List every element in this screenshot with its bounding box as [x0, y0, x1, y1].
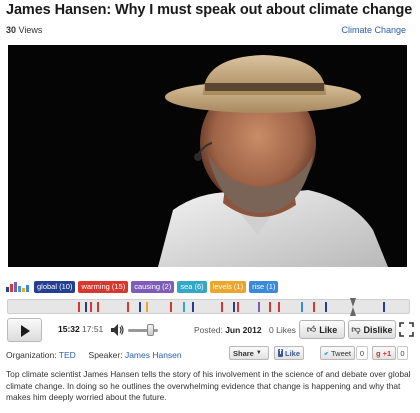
total-time: 17:51: [82, 324, 104, 334]
view-count-label: Views: [18, 25, 43, 35]
timeline-keyword-mark[interactable]: [269, 302, 271, 312]
fullscreen-icon[interactable]: [399, 322, 414, 337]
video-description: Top climate scientist James Hansen tells…: [6, 369, 411, 402]
thumbs-up-icon: 👍︎: [306, 324, 317, 334]
timeline-keyword-mark[interactable]: [183, 302, 185, 312]
tweet-count: 0: [356, 346, 368, 360]
volume-slider-handle[interactable]: [147, 324, 154, 336]
likes-count: 0 Likes: [269, 325, 296, 335]
dislike-button-label: Dislike: [363, 324, 393, 335]
video-title: James Hansen: Why I must speak out about…: [6, 2, 413, 18]
tag-sea[interactable]: sea (6): [177, 280, 207, 293]
timeline-keyword-mark[interactable]: [383, 302, 385, 312]
dropdown-arrow-icon: ▼: [255, 350, 262, 356]
video-player[interactable]: [8, 45, 407, 267]
timeline-keyword-mark[interactable]: [278, 302, 280, 312]
timeline-keyword-mark[interactable]: [127, 302, 129, 312]
facebook-like-label: Like: [284, 348, 300, 358]
tag-global[interactable]: global (10): [34, 280, 76, 293]
timeline-keyword-mark[interactable]: [97, 302, 99, 312]
timeline-keyword-mark[interactable]: [90, 302, 92, 312]
timeline-scrubber[interactable]: [350, 298, 356, 316]
google-plus-button[interactable]: g +1: [372, 346, 396, 360]
dislike-button[interactable]: 👎︎ Dislike: [348, 320, 396, 339]
timeline-keyword-mark[interactable]: [221, 302, 223, 312]
timeline-keyword-mark[interactable]: [192, 302, 194, 312]
volume-icon[interactable]: [111, 324, 125, 336]
timeline-keyword-mark[interactable]: [78, 302, 80, 312]
view-count: 30 Views: [6, 25, 42, 35]
bars-chart-icon: [6, 281, 29, 292]
posted-date-value: Jun 2012: [225, 325, 262, 335]
play-button[interactable]: [7, 318, 42, 342]
play-icon: [21, 325, 30, 337]
like-button-label: Like: [319, 324, 338, 335]
tag-warming[interactable]: warming (15): [78, 280, 129, 293]
facebook-icon: f: [278, 349, 283, 357]
facebook-like-button[interactable]: f Like: [274, 346, 304, 360]
timeline-keyword-mark[interactable]: [301, 302, 303, 312]
tag-rise[interactable]: rise (1): [249, 280, 279, 293]
google-plus-label: +1: [382, 348, 392, 358]
organization-label: Organization:: [6, 350, 57, 360]
speaker-label: Speaker:: [88, 350, 123, 360]
video-frame-image: [8, 45, 407, 267]
posted-date: Posted: Jun 2012: [194, 325, 262, 335]
timeline-keyword-mark[interactable]: [85, 302, 87, 312]
share-button-label: Share: [233, 348, 254, 358]
tweet-button-label: Tweet: [330, 348, 351, 358]
twitter-icon: [324, 351, 329, 355]
google-plus-icon: g: [376, 348, 381, 358]
keyword-timeline[interactable]: [7, 298, 410, 316]
google-plus-count: 0: [397, 346, 408, 360]
timeline-keyword-mark[interactable]: [170, 302, 172, 312]
category-link[interactable]: Climate Change: [341, 25, 406, 35]
timeline-keyword-mark[interactable]: [237, 302, 239, 312]
speaker-link[interactable]: James Hansen: [125, 350, 182, 360]
tweet-button[interactable]: Tweet: [320, 346, 355, 360]
like-button[interactable]: 👍︎ Like: [299, 320, 345, 339]
keyword-tags: global (10) warming (15) causing (2) sea…: [6, 280, 281, 293]
player-controls: 15:32 17:51 Posted: Jun 2012 0 Likes 👍︎ …: [7, 318, 414, 342]
tag-causing[interactable]: causing (2): [131, 280, 175, 293]
timeline-keyword-mark[interactable]: [325, 302, 327, 312]
timeline-keyword-mark[interactable]: [258, 302, 260, 312]
view-count-number: 30: [6, 25, 17, 35]
timeline-keyword-mark[interactable]: [313, 302, 315, 312]
timeline-keyword-mark[interactable]: [139, 302, 141, 312]
timeline-keyword-mark[interactable]: [146, 302, 148, 312]
tag-levels[interactable]: levels (1): [209, 280, 247, 293]
timeline-keyword-mark[interactable]: [233, 302, 235, 312]
organization-link[interactable]: TED: [59, 350, 76, 360]
thumbs-down-icon: 👎︎: [351, 324, 361, 334]
video-meta: Organization: TED Speaker: James Hansen: [6, 350, 182, 362]
posted-label: Posted:: [194, 325, 223, 335]
share-button[interactable]: Share ▼: [229, 346, 269, 360]
current-time: 15:32: [58, 324, 80, 334]
